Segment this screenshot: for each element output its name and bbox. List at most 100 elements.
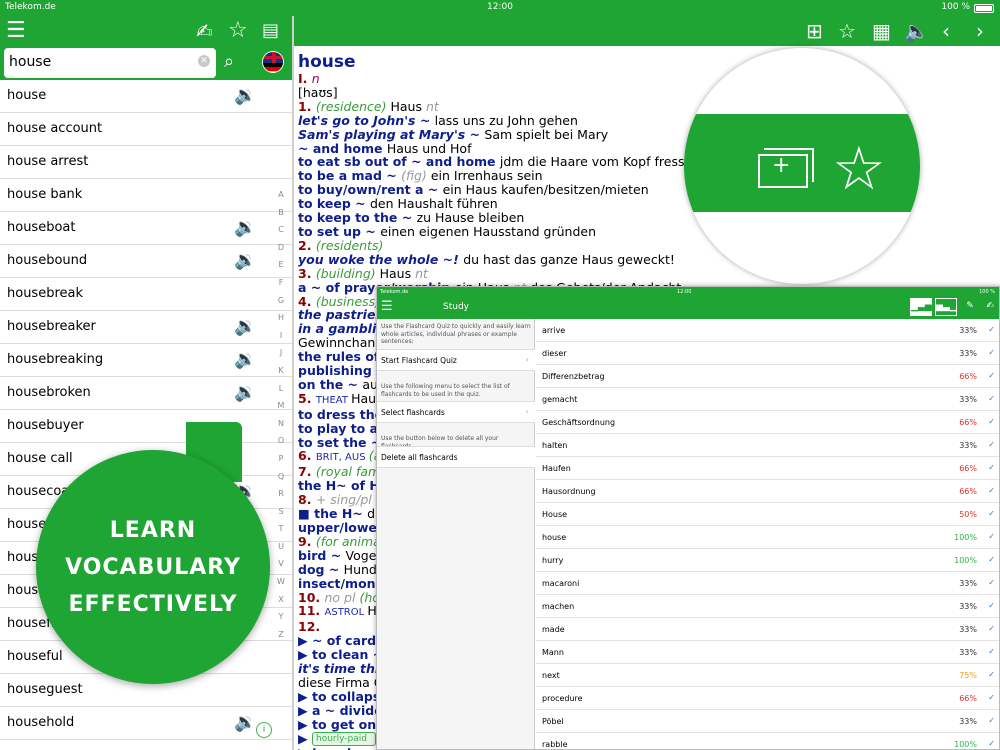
- checkmark-icon[interactable]: ✓: [988, 509, 995, 518]
- entry-segment[interactable]: publishing ~: [298, 364, 387, 378]
- edit-icon[interactable]: ✎: [959, 298, 981, 316]
- speaker-icon[interactable]: 🔉: [234, 217, 256, 238]
- delete-flashcards-button[interactable]: Delete all flashcards: [377, 446, 535, 468]
- flashcard-row[interactable]: gemacht 33% ✓: [536, 388, 999, 411]
- entry-segment[interactable]: to keep ~: [298, 197, 370, 211]
- entry-segment[interactable]: you woke the whole ~!: [298, 253, 463, 267]
- index-letter[interactable]: S: [274, 507, 288, 525]
- entry-segment[interactable]: to be a mad ~: [298, 169, 401, 183]
- flashcard-row[interactable]: rabble 100% ✓: [536, 733, 999, 749]
- forward-arrow-icon[interactable]: ›: [976, 19, 984, 43]
- flashcard-row[interactable]: Hausordnung 66% ✓: [536, 480, 999, 503]
- index-letter[interactable]: P: [274, 454, 288, 472]
- entry-segment[interactable]: to eat sb out of ~ and home: [298, 155, 500, 169]
- speaker-icon[interactable]: 🔉: [234, 382, 256, 403]
- index-letter[interactable]: W: [274, 577, 288, 595]
- speaker-icon[interactable]: 🔉: [234, 712, 256, 733]
- entry-segment[interactable]: ▶ to set one: [298, 746, 383, 750]
- index-letter[interactable]: Z: [274, 630, 288, 648]
- checkmark-icon[interactable]: ✓: [988, 417, 995, 426]
- entry-segment[interactable]: the rules of: [298, 350, 379, 364]
- index-letter[interactable]: C: [274, 225, 288, 243]
- entry-segment[interactable]: ▶ to collaps: [298, 690, 380, 704]
- entry-segment[interactable]: on the ~: [298, 378, 362, 392]
- table-view-icon[interactable]: ▦: [872, 19, 891, 43]
- alphabet-index[interactable]: ABCDEFGHIJKLMNOPQRSTUVWXYZ: [274, 190, 288, 650]
- checkmark-icon[interactable]: ✓: [988, 348, 995, 357]
- flashcard-row[interactable]: Mann 33% ✓: [536, 641, 999, 664]
- checkmark-icon[interactable]: ✓: [988, 670, 995, 679]
- flashcard-row[interactable]: arrive 33% ✓: [536, 319, 999, 342]
- entry-segment[interactable]: ▶ a ~ divide: [298, 704, 383, 718]
- checkmark-icon[interactable]: ✓: [988, 532, 995, 541]
- entry-segment[interactable]: ■ the H~: [298, 507, 367, 521]
- entry-segment[interactable]: to play to a: [298, 422, 378, 436]
- list-item[interactable]: housebreaker 🔉: [0, 311, 292, 344]
- list-item[interactable]: housebound 🔉: [0, 245, 292, 278]
- flashcards-icon[interactable]: ▤: [262, 16, 279, 46]
- select-flashcards-button[interactable]: Select flashcards ›: [377, 401, 535, 423]
- checkmark-icon[interactable]: ✓: [988, 647, 995, 656]
- index-letter[interactable]: T: [274, 524, 288, 542]
- entry-segment[interactable]: ▶ ~ of cards: [298, 634, 384, 648]
- menu-icon[interactable]: ☰: [6, 16, 26, 46]
- entry-segment[interactable]: in a gamblin: [298, 322, 385, 336]
- entry-segment[interactable]: let's go to John's ~: [298, 114, 435, 128]
- index-letter[interactable]: I: [274, 331, 288, 349]
- entry-segment[interactable]: it's time thi: [298, 662, 379, 676]
- checkmark-icon[interactable]: ✓: [988, 693, 995, 702]
- clear-search-icon[interactable]: ✕: [198, 55, 210, 67]
- list-item[interactable]: housebreak: [0, 278, 292, 311]
- entry-segment[interactable]: to set the ~: [298, 436, 381, 450]
- index-letter[interactable]: H: [274, 313, 288, 331]
- entry-segment[interactable]: ▶ to get on: [298, 718, 376, 732]
- flashcard-row[interactable]: hurry 100% ✓: [536, 549, 999, 572]
- search-mode-icon[interactable]: ⌕: [224, 51, 234, 72]
- favorites-star-icon[interactable]: ☆: [228, 16, 248, 46]
- flashcard-row[interactable]: halten 33% ✓: [536, 434, 999, 457]
- flashcard-row[interactable]: Pöbel 33% ✓: [536, 710, 999, 733]
- speaker-icon[interactable]: 🔉: [234, 316, 256, 337]
- checkmark-icon[interactable]: ✓: [988, 486, 995, 495]
- back-arrow-icon[interactable]: ‹: [942, 19, 950, 43]
- list-item[interactable]: household 🔉: [0, 707, 292, 740]
- list-item[interactable]: housebuyer: [0, 410, 292, 443]
- add-flashcard-icon[interactable]: ⊞: [806, 19, 823, 43]
- flashcard-row[interactable]: dieser 33% ✓: [536, 342, 999, 365]
- start-quiz-button[interactable]: Start Flashcard Quiz ›: [377, 349, 535, 371]
- notes-icon[interactable]: ✍: [979, 298, 999, 316]
- checkmark-icon[interactable]: ✓: [988, 739, 995, 748]
- flashcard-row[interactable]: next 75% ✓: [536, 664, 999, 687]
- entry-segment[interactable]: Sam's playing at Mary's ~: [298, 128, 484, 142]
- checkmark-icon[interactable]: ✓: [988, 624, 995, 633]
- index-letter[interactable]: D: [274, 243, 288, 261]
- index-letter[interactable]: O: [274, 436, 288, 454]
- entry-segment[interactable]: to buy/own/rent a ~: [298, 183, 443, 197]
- index-letter[interactable]: Q: [274, 472, 288, 490]
- speaker-icon[interactable]: 🔉: [234, 349, 256, 370]
- checkmark-icon[interactable]: ✓: [988, 601, 995, 610]
- checkmark-icon[interactable]: ✓: [988, 463, 995, 472]
- entry-segment[interactable]: to dress the: [298, 408, 383, 422]
- checkmark-icon[interactable]: ✓: [988, 371, 995, 380]
- index-letter[interactable]: U: [274, 542, 288, 560]
- list-item[interactable]: house bank: [0, 179, 292, 212]
- handwriting-icon[interactable]: ✍: [196, 16, 213, 46]
- index-letter[interactable]: N: [274, 419, 288, 437]
- checkmark-icon[interactable]: ✓: [988, 394, 995, 403]
- index-letter[interactable]: G: [274, 296, 288, 314]
- list-item[interactable]: house arrest: [0, 146, 292, 179]
- speaker-icon[interactable]: 🔈: [904, 19, 929, 43]
- flashcard-row[interactable]: procedure 66% ✓: [536, 687, 999, 710]
- index-letter[interactable]: Y: [274, 612, 288, 630]
- list-item[interactable]: house 🔉: [0, 80, 292, 113]
- search-input[interactable]: house: [4, 48, 216, 78]
- checkmark-icon[interactable]: ✓: [988, 555, 995, 564]
- entry-segment[interactable]: dog ~: [298, 563, 344, 577]
- flashcard-row[interactable]: Differenzbetrag 66% ✓: [536, 365, 999, 388]
- entry-segment[interactable]: ▶ to clean ~: [298, 648, 383, 662]
- index-letter[interactable]: F: [274, 278, 288, 296]
- checkmark-icon[interactable]: ✓: [988, 578, 995, 587]
- index-letter[interactable]: B: [274, 208, 288, 226]
- flashcard-row[interactable]: Geschäftsordnung 66% ✓: [536, 411, 999, 434]
